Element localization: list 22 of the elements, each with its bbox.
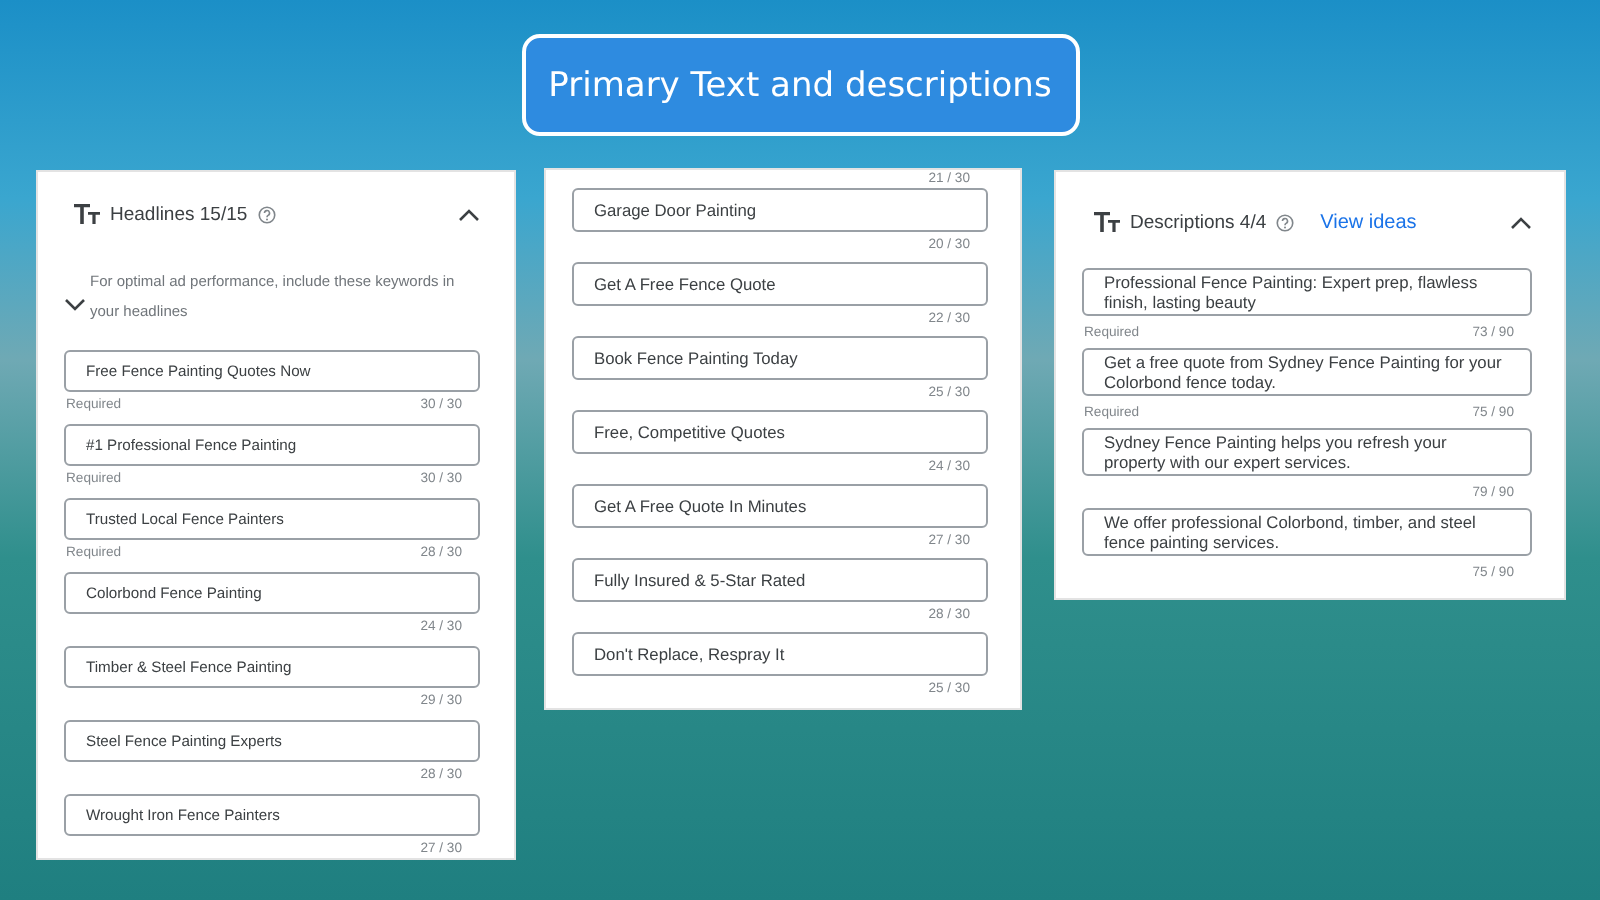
text-field[interactable]: Garage Door Painting xyxy=(572,188,988,232)
text-field[interactable]: We offer professional Colorbond, timber, and steel fence painting services. xyxy=(1082,508,1532,556)
chevron-up-icon[interactable] xyxy=(458,207,480,221)
banner-title: Primary Text and descriptions xyxy=(521,34,1079,136)
help-icon[interactable] xyxy=(257,205,276,223)
view-ideas-link[interactable]: View ideas xyxy=(1320,211,1417,233)
text-size-icon xyxy=(74,204,100,224)
text-field[interactable]: Get A Free Quote In Minutes xyxy=(572,484,988,528)
text-size-icon xyxy=(1094,212,1120,232)
text-field[interactable]: Sydney Fence Painting helps you refresh your property with our expert services. xyxy=(1082,428,1532,476)
text-field[interactable]: Free, Competitive Quotes xyxy=(572,410,988,454)
help-icon[interactable] xyxy=(1276,213,1295,231)
text-field[interactable]: Book Fence Painting Today xyxy=(572,336,988,380)
text-field[interactable]: Professional Fence Painting: Expert prep, flawless finish, lasting beauty xyxy=(1082,268,1532,316)
section-title: Descriptions 4/4 xyxy=(1130,211,1267,233)
text-field[interactable]: Don't Replace, Respray It xyxy=(572,632,988,676)
text-field[interactable]: Get a free quote from Sydney Fence Painting for your Colorbond fence today. xyxy=(1082,348,1532,396)
chevron-down-icon[interactable] xyxy=(64,298,86,312)
text-field[interactable]: Fully Insured & 5-Star Rated xyxy=(572,558,988,602)
section-title: Headlines 15/15 xyxy=(110,203,248,225)
chevron-up-icon[interactable] xyxy=(1510,215,1532,229)
text-field[interactable]: Get A Free Fence Quote xyxy=(572,262,988,306)
